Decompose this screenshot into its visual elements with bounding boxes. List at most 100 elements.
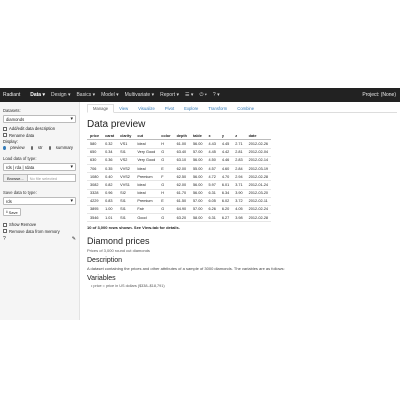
table-cell: 0.83 [102,197,118,206]
rename-data-checkbox[interactable]: Rename data [3,133,76,138]
remove-memory-checkbox[interactable]: Remove data from memory [3,229,76,234]
table-cell: 2.83 [232,156,246,165]
nav-basics-menu[interactable]: Basics ▾ [76,92,95,98]
remove-memory-label: Remove data from memory [9,228,60,234]
table-cell: G [158,156,174,165]
table-cell: 6.31 [205,189,219,198]
table-cell: 2.84 [232,164,246,174]
app-window: Radiant Data ▾ Design ▾ Basics ▾ Model ▾… [0,88,400,320]
table-cell: 4.45 [218,139,233,149]
file-input: Browse... No file selected [3,174,76,182]
radio-str[interactable] [30,145,34,150]
tab-visualize[interactable]: Visualize [133,105,160,112]
file-status-text: No file selected [27,174,76,182]
table-cell: 0.36 [102,156,118,165]
table-cell: 61.50 [173,197,190,206]
table-cell: 6.31 [205,213,219,223]
column-header: price [87,133,103,141]
table-cell: 0.34 [102,148,118,157]
table-cell: 4.72 [205,172,219,182]
table-row: 630 0.36 VS2 Very Good G 63.10 56.00 4.50 4.46 2.… [87,156,272,165]
table-cell: SI1 [117,197,135,206]
table-cell: 3.90 [232,189,246,198]
table-cell: 2012-03-19 [245,164,272,174]
nav-report-menu[interactable]: Report ▾ [160,92,179,98]
table-cell: 56.00 [189,189,206,198]
column-header: date [245,133,272,141]
tab-view[interactable]: View [114,105,133,112]
table-body: 580 0.32 VS1 Ideal H 61.00 56.00 4.43 4.45 2.71 20… [87,139,272,223]
chevron-down-icon: ▾ [70,116,73,122]
table-cell: 2012-02-28 [245,172,272,182]
table-cell: 1.01 [102,213,118,223]
load-type-select[interactable]: rds | rda | rdata ▾ [3,163,76,171]
add-description-checkbox[interactable]: Add/edit data description [3,126,76,131]
table-cell: 63.40 [173,148,190,157]
table-cell: Ideal [134,164,159,174]
browse-button[interactable]: Browse... [3,174,28,182]
project-indicator[interactable]: Project: (None) [362,92,396,98]
nav-help-icon[interactable]: ? ▾ [213,92,220,98]
nav-model-menu[interactable]: Model ▾ [101,92,119,98]
tab-combine[interactable]: Combine [232,105,259,112]
dataset-subtitle: Prices of 3,000 round cut diamonds [87,248,150,254]
save-icon: ⭳ [6,208,8,214]
nav-design-menu[interactable]: Design ▾ [51,92,70,98]
main-content: Manage View Visualize Pivot Explore Tran… [84,102,400,320]
table-cell: 2.94 [232,172,246,182]
table-row: 3082 0.82 VVS1 Ideal G 62.00 56.00 5.97 6.01 3.71… [87,180,272,190]
table-cell: 62.50 [173,172,190,182]
tab-manage[interactable]: Manage [87,103,115,113]
column-header: cut [134,133,159,141]
table-cell: 1.00 [102,205,118,215]
checkbox-icon [3,229,7,233]
table-cell: 4229 [87,197,103,206]
tab-explore[interactable]: Explore [179,105,203,112]
nav-data-menu[interactable]: Data ▾ [30,92,45,98]
dataset-select[interactable]: diamonds ▾ [3,115,76,123]
table-cell: 3895 [87,205,103,215]
table-cell: Fair [134,205,159,215]
table-cell: 3.71 [232,180,246,190]
save-type-label: Save data to type: [3,190,37,195]
rename-data-label: Rename data [9,132,35,138]
nav-menu-icon[interactable]: ☰ ▾ [185,92,193,98]
table-row: 650 0.34 SI1 Very Good G 63.40 57.00 4.45 4.42 2.… [87,148,272,157]
load-type-label: Load data of type: [3,156,37,161]
sidebar-panel: Datasets: diamonds ▾ Add/edit data descr… [0,102,80,320]
table-cell: 56.00 [189,156,206,165]
nav-multivariate-menu[interactable]: Multivariate ▾ [125,92,154,98]
table-cell: 2012-02-11 [245,197,272,206]
table-cell: F [158,172,174,182]
radio-preview-label: preview [10,145,25,150]
app-brand[interactable]: Radiant [3,92,20,98]
table-cell: 6.02 [218,197,233,206]
table-cell: SI2 [117,189,135,198]
column-header: carat [102,133,118,141]
table-cell: 62.00 [173,180,190,190]
page-title: Data preview [87,119,146,130]
nav-power-icon[interactable]: ⏻ ▾ [199,92,206,98]
show-remove-checkbox[interactable]: Show Remove [3,222,76,227]
description-text: A dataset containing the prices and othe… [87,266,285,272]
table-cell: G [158,180,174,190]
save-button[interactable]: ⭳ Save [3,208,21,216]
table-header-row: price carat clarity cut color depth tabl… [87,133,272,141]
table-cell: VS1 [117,139,135,149]
table-row: 3546 1.01 SI1 Good G 63.20 58.00 6.31 6.27 3.98 20… [87,213,272,223]
table-cell: 6.20 [218,205,233,215]
table-cell: 2012-03-20 [245,189,272,198]
radio-preview[interactable] [3,145,6,150]
radio-summary[interactable] [48,145,52,150]
table-cell: Good [134,213,159,223]
table-cell: 630 [87,156,103,165]
help-icon[interactable]: ? [3,236,6,242]
table-cell: 0.32 [102,139,118,149]
tab-transform[interactable]: Transform [203,105,232,112]
save-type-select[interactable]: rds ▾ [3,197,76,205]
dataset-heading: Diamond prices [87,236,150,247]
tab-pivot[interactable]: Pivot [160,105,179,112]
edit-icon[interactable]: ✎ [72,236,76,242]
radio-str-label: str [37,145,43,150]
table-cell: 61.00 [173,139,190,149]
